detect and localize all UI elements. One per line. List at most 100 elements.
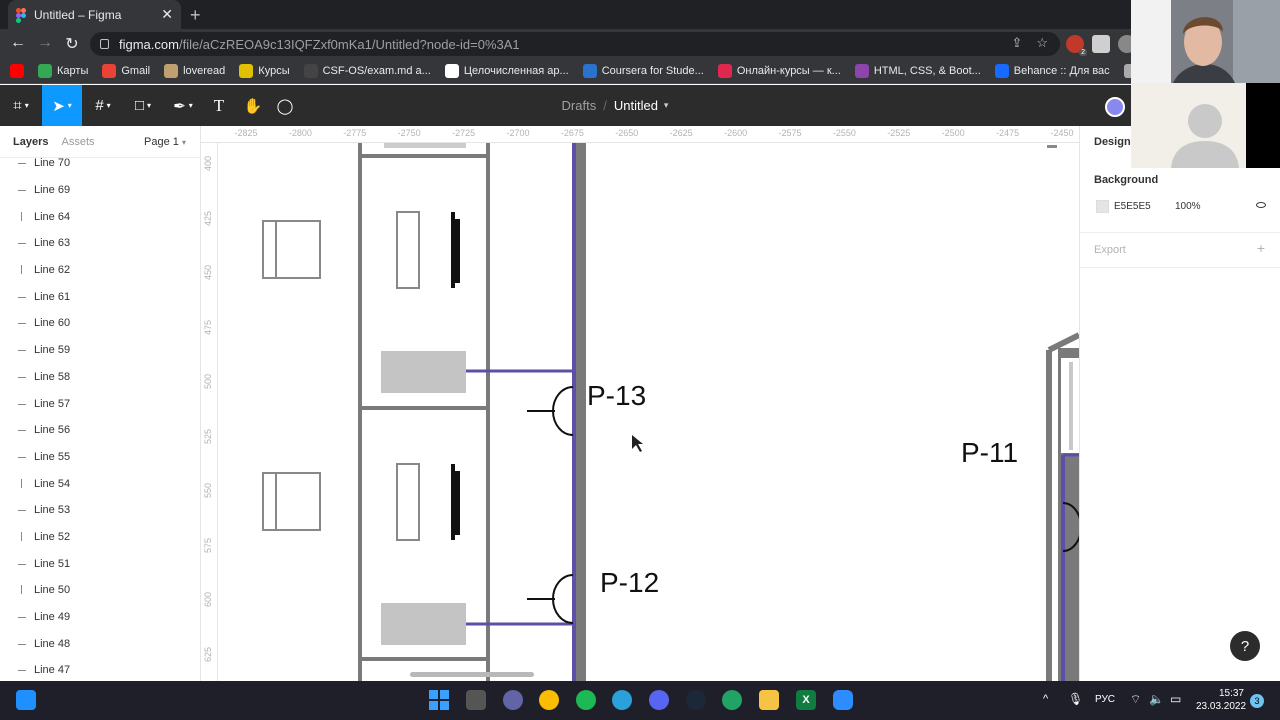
windows-start-icon[interactable] [429, 690, 449, 710]
shape-block[interactable] [381, 351, 466, 393]
background-label: Background [1094, 174, 1159, 186]
label-p11[interactable]: P-11 [961, 437, 1018, 468]
layer-row[interactable]: Line 60 [0, 310, 200, 337]
chevron-down-icon[interactable]: ▾ [664, 100, 669, 111]
layer-row[interactable]: Line 59 [0, 337, 200, 364]
browser-tab[interactable]: Untitled – Figma ✕ [8, 0, 181, 29]
layer-row[interactable]: Line 63 [0, 230, 200, 257]
layer-row[interactable]: Line 50 [0, 577, 200, 604]
shape-block[interactable] [381, 603, 466, 645]
layer-row[interactable]: Line 55 [0, 444, 200, 471]
excel-icon[interactable]: X [796, 690, 816, 710]
label-p13[interactable]: P-13 [587, 380, 646, 411]
layer-row[interactable]: Line 62 [0, 257, 200, 284]
layer-row[interactable]: Line 57 [0, 390, 200, 417]
share-icon[interactable]: ⇪ [1011, 35, 1022, 51]
layer-row[interactable]: Line 56 [0, 417, 200, 444]
edge-icon[interactable] [722, 690, 742, 710]
layer-name: Line 48 [34, 637, 71, 650]
steam-icon[interactable] [686, 690, 706, 710]
bookmark-item[interactable]: Coursera for Stude... [582, 64, 704, 78]
spotify-icon[interactable] [576, 690, 596, 710]
bookmark-item[interactable]: CSF-OS/exam.md a... [303, 64, 431, 78]
discord-icon[interactable] [649, 690, 669, 710]
visibility-eye-icon[interactable] [1256, 202, 1266, 208]
background-swatch[interactable] [1096, 200, 1109, 213]
drafts-link[interactable]: Drafts [562, 98, 597, 113]
task-view-icon[interactable] [466, 690, 486, 710]
telegram-icon[interactable] [612, 690, 632, 710]
microphone-icon[interactable]: 🎙 [1068, 692, 1083, 706]
layer-row[interactable]: Line 49 [0, 604, 200, 631]
url-path: /file/aCzREOA9c13IQFZxf0mKa1/Untitled?no… [178, 36, 520, 52]
back-icon[interactable]: ← [8, 34, 28, 52]
webcam-video-participant [1131, 0, 1280, 83]
add-export-icon[interactable]: + [1257, 240, 1265, 256]
system-clock[interactable]: 15:37 23.03.2022 [1196, 687, 1246, 713]
tab-title: Untitled – Figma [34, 7, 122, 22]
address-bar[interactable]: figma.com /file/aCzREOA9c13IQFZxf0mKa1/U… [90, 32, 1060, 56]
bookmark-item[interactable]: Карты [38, 64, 88, 78]
layer-row[interactable]: Line 54 [0, 470, 200, 497]
background-opacity-input[interactable]: 100% [1175, 201, 1201, 212]
forward-icon[interactable]: → [35, 34, 55, 52]
teams-chat-icon[interactable] [503, 690, 523, 710]
bookmark-item[interactable]: Онлайн-курсы — к... [717, 64, 841, 78]
tab-assets[interactable]: Assets [61, 136, 94, 148]
input-language[interactable]: РУС [1095, 694, 1115, 705]
bookmark-item[interactable]: Gmail [102, 64, 150, 78]
page-selector[interactable]: Page 1 ▾ [144, 136, 186, 148]
layer-row[interactable]: Line 52 [0, 524, 200, 551]
bookmark-label: Карты [57, 65, 89, 77]
notification-badge[interactable]: 3 [1250, 694, 1264, 708]
bookmark-item[interactable]: Курсы [239, 64, 290, 78]
bookmark-item[interactable]: loveread [164, 64, 225, 78]
tab-design[interactable]: Design [1094, 136, 1131, 148]
layer-row[interactable]: Line 61 [0, 283, 200, 310]
layer-row[interactable]: Line 58 [0, 364, 200, 391]
layer-row[interactable]: Line 64 [0, 203, 200, 230]
canvas-scrollbar[interactable] [410, 672, 534, 677]
file-explorer-icon[interactable] [759, 690, 779, 710]
line-layer-icon [18, 265, 26, 275]
user-avatar[interactable] [1105, 97, 1125, 117]
layer-row[interactable]: Line 48 [0, 630, 200, 657]
floor-plan[interactable]: P-13 P-12 P-11 [218, 143, 1079, 681]
battery-icon[interactable]: ▭ [1170, 692, 1181, 706]
zoom-icon[interactable] [833, 690, 853, 710]
file-name[interactable]: Untitled [614, 98, 658, 113]
layer-row[interactable]: Line 69 [0, 177, 200, 204]
desktop-widget-icon[interactable] [16, 690, 36, 710]
line-layer-icon [18, 238, 26, 248]
tab-layers[interactable]: Layers [13, 136, 48, 148]
bookmark-item[interactable]: Целочисленная ар... [444, 64, 569, 78]
ruler-tick-label: 625 [203, 646, 213, 662]
volume-icon[interactable]: 🔈 [1149, 692, 1164, 706]
layers-panel: Layers Assets Page 1 ▾ Line 70 Line 69 Lin… [0, 126, 201, 681]
tab-close-icon[interactable]: ✕ [161, 6, 173, 23]
help-button[interactable]: ? [1230, 631, 1260, 661]
bookmark-item[interactable] [10, 64, 24, 78]
bookmark-item[interactable]: Behance :: Для вас [994, 64, 1110, 78]
canvas[interactable]: P-13 P-12 P-11 [218, 143, 1079, 681]
extension-icon[interactable] [1092, 35, 1110, 53]
bookmark-favicon-icon [303, 64, 318, 78]
taskbar: X ^ 🎙 РУС ⌔ 🔈 ▭ 15:37 23.03.2022 3 [0, 681, 1280, 720]
ruler-tick-label: 500 [203, 373, 213, 389]
new-tab-icon[interactable]: + [190, 5, 201, 26]
reload-icon[interactable]: ↻ [62, 34, 82, 54]
layer-row[interactable]: Line 51 [0, 550, 200, 577]
bookmark-item[interactable]: HTML, CSS, & Boot... [854, 64, 981, 78]
chrome-icon[interactable] [539, 690, 559, 710]
tray-chevron-up-icon[interactable]: ^ [1043, 693, 1048, 705]
ruler-tick-label: -2450 [1050, 128, 1074, 138]
ruler-tick-label: -2700 [506, 128, 530, 138]
background-hex-input[interactable]: E5E5E5 [1114, 201, 1151, 212]
bookmark-star-icon[interactable]: ☆ [1036, 35, 1048, 51]
layer-row[interactable]: Line 47 [0, 657, 200, 681]
layer-row[interactable]: Line 53 [0, 497, 200, 524]
label-p12[interactable]: P-12 [600, 567, 659, 598]
layer-row[interactable]: Line 70 [0, 150, 200, 177]
wifi-icon[interactable]: ⌔ [1130, 692, 1141, 707]
adblock-extension-icon[interactable]: 2 [1066, 35, 1087, 56]
